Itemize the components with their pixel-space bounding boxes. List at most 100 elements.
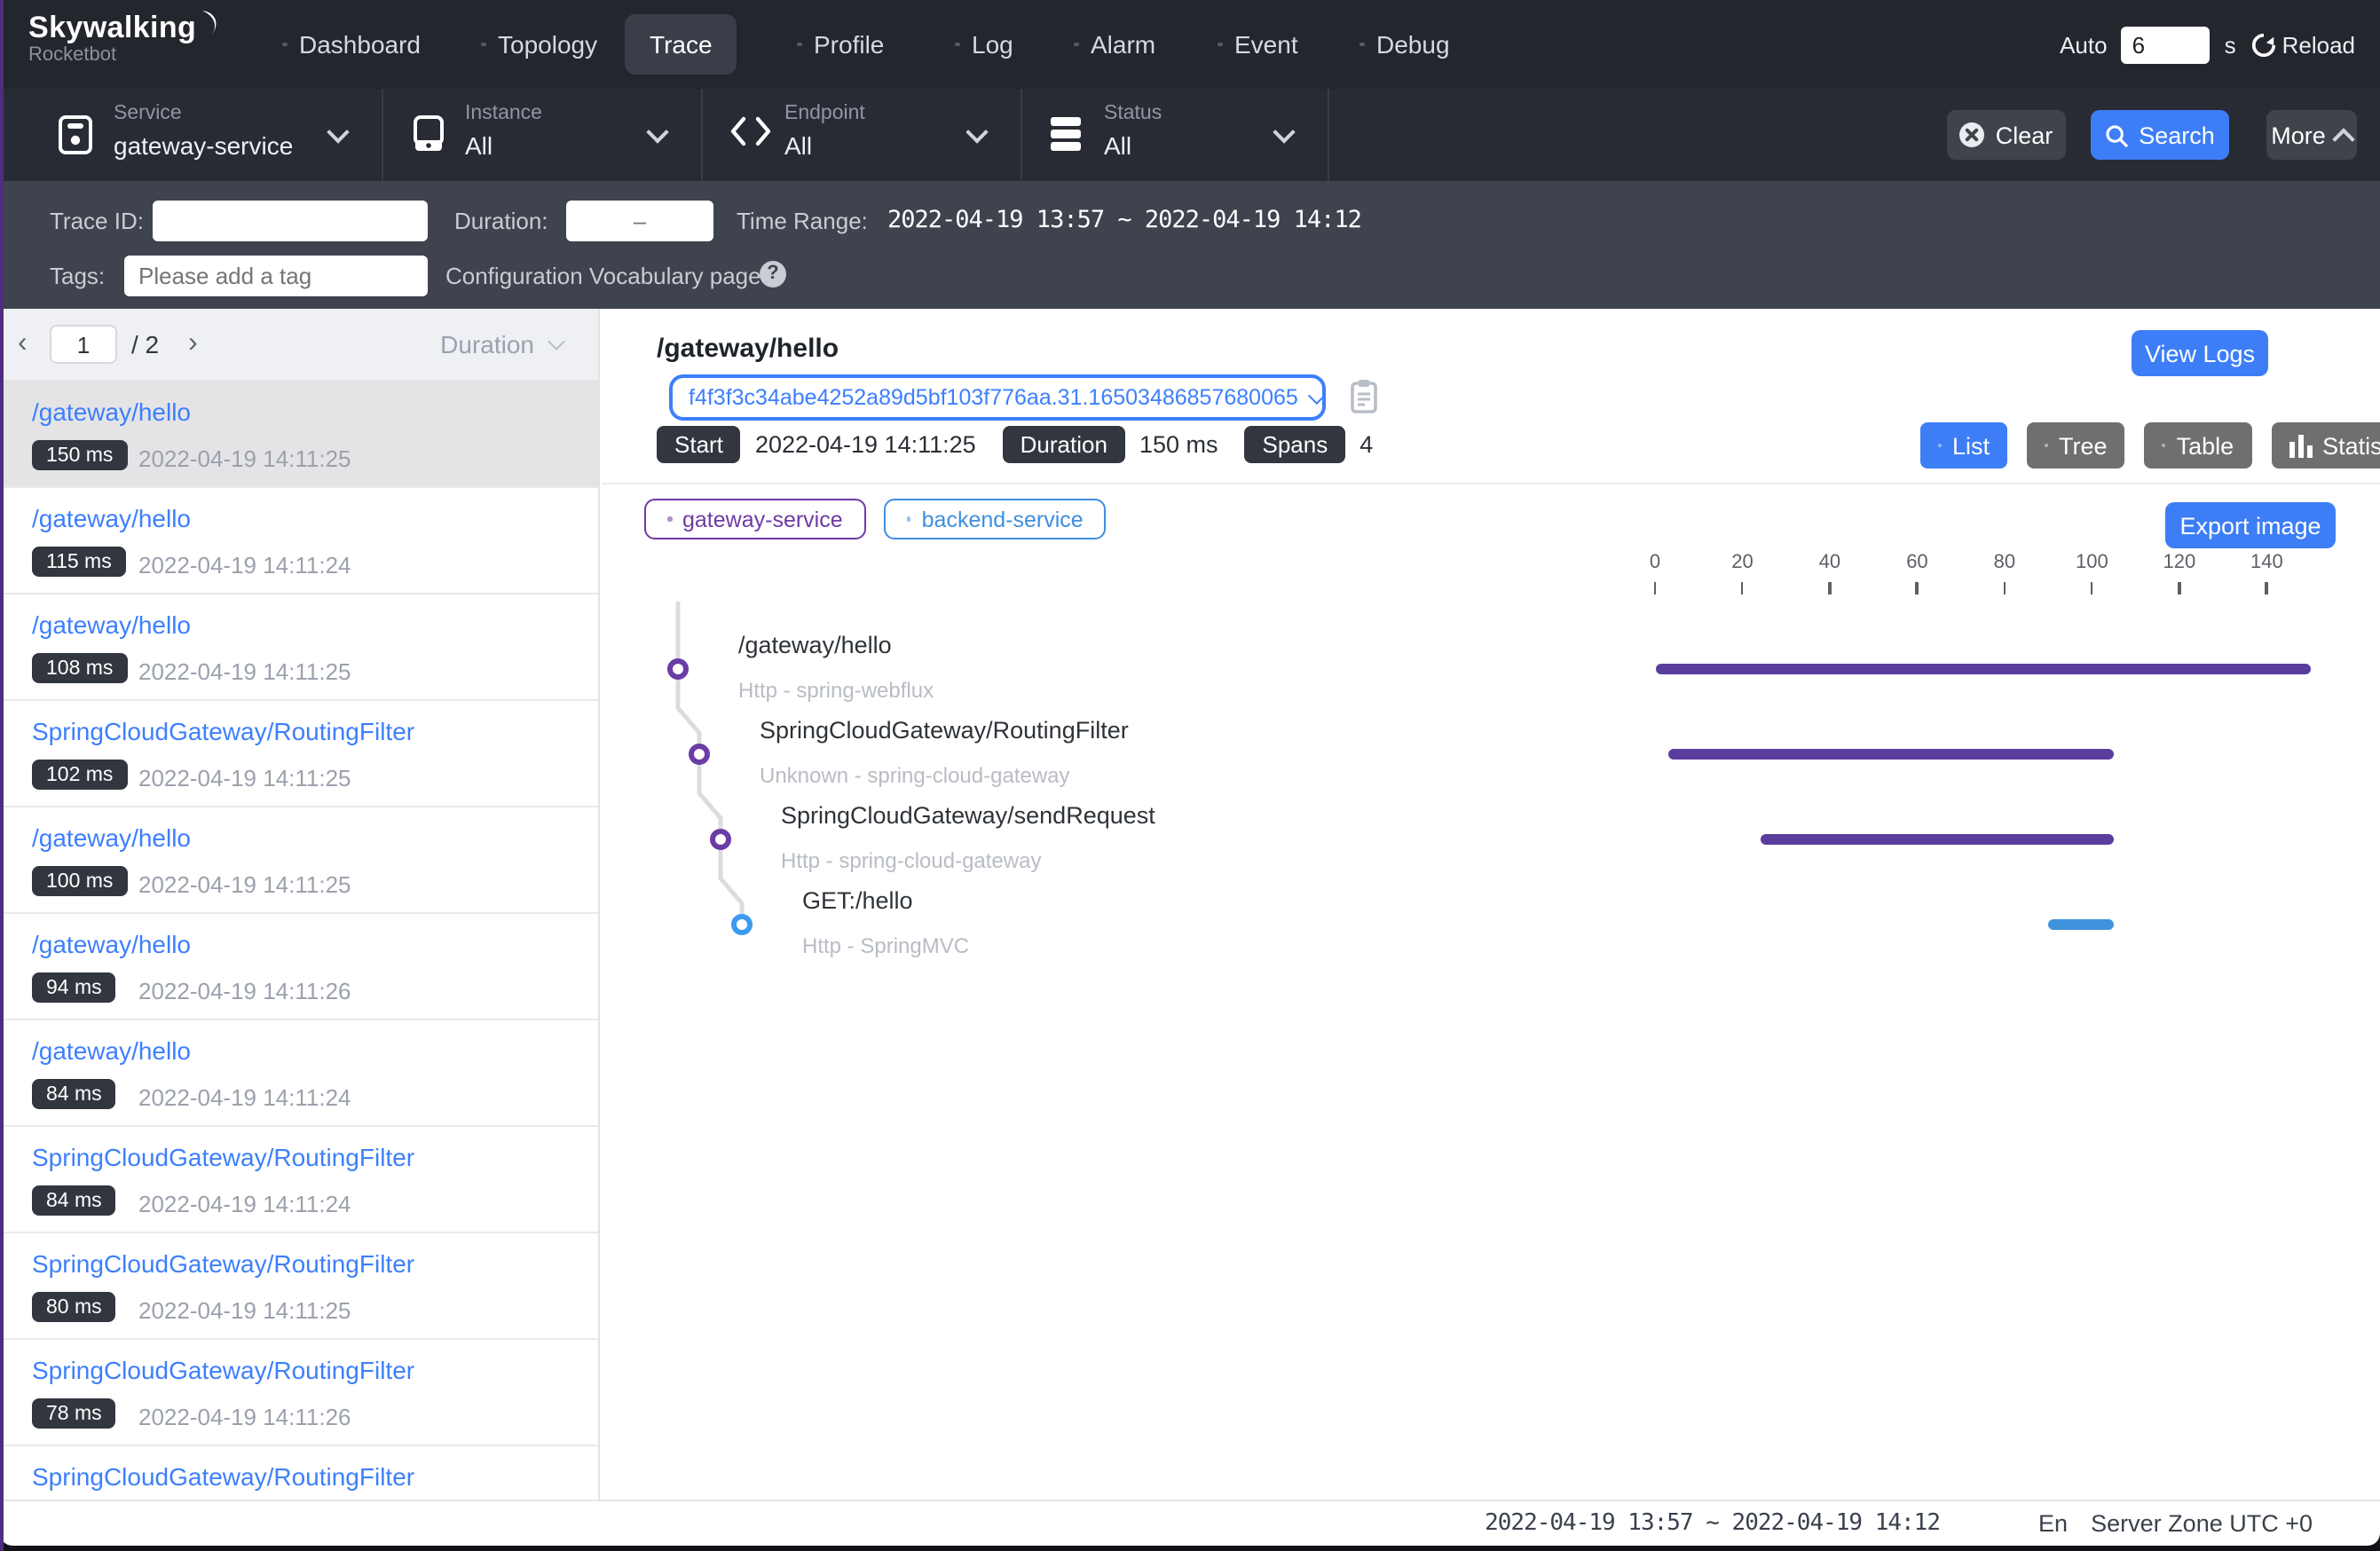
nav-item-dashboard[interactable]: Dashboard — [282, 0, 421, 89]
trace-endpoint-link[interactable]: /gateway/hello — [32, 504, 191, 532]
span-node-dot[interactable] — [666, 657, 688, 679]
sort-dropdown[interactable]: Duration — [440, 330, 563, 358]
reload-icon[interactable] — [2250, 31, 2277, 58]
trace-list-item[interactable]: /gateway/hello115 ms2022-04-19 14:11:24 — [0, 488, 598, 594]
service-tag-backend-service[interactable]: backend-service — [884, 499, 1107, 539]
duration-label: Duration: — [454, 208, 548, 234]
selector-value: All — [465, 131, 493, 160]
trace-id-select[interactable]: f4f3f3c34abe4252a89d5bf103f776aa.31.1650… — [669, 374, 1326, 421]
duration-badge: Duration — [1003, 426, 1125, 463]
trace-list-item[interactable]: /gateway/hello94 ms2022-04-19 14:11:26 — [0, 914, 598, 1020]
trace-list-sidebar: ‹ / 2 › Duration /gateway/hello150 ms202… — [0, 309, 600, 1551]
axis-tick-mark — [2003, 582, 2006, 594]
trace-list-item[interactable]: SpringCloudGateway/RoutingFilter102 ms20… — [0, 701, 598, 807]
nav-item-dot — [1218, 43, 1222, 47]
trace-endpoint-link[interactable]: SpringCloudGateway/RoutingFilter — [32, 717, 414, 745]
span-node-dot[interactable] — [730, 913, 752, 934]
tab-label: Table — [2177, 432, 2234, 459]
help-icon[interactable]: ? — [760, 261, 786, 287]
trace-timestamp: 2022-04-19 14:11:25 — [138, 1297, 351, 1324]
trace-endpoint-link[interactable]: /gateway/hello — [32, 610, 191, 639]
server-zone-selector[interactable]: Server Zone UTC +0 — [2091, 1510, 2313, 1537]
top-navbar: Skywalking Rocketbot Dashboard Topology Tr… — [0, 0, 2380, 89]
trace-duration-badge: 150 ms — [32, 440, 127, 470]
trace-list-item[interactable]: SpringCloudGateway/RoutingFilter78 ms202… — [0, 1340, 598, 1446]
start-value: 2022-04-19 14:11:25 — [755, 431, 976, 458]
more-label: More — [2271, 122, 2326, 148]
span-duration-bar[interactable] — [1655, 664, 2311, 674]
tab-dot — [2163, 444, 2166, 447]
selector-value: gateway-service — [114, 131, 293, 160]
prev-page-button[interactable]: ‹ — [18, 328, 28, 360]
trace-endpoint-link[interactable]: /gateway/hello — [32, 398, 191, 426]
export-image-button[interactable]: Export image — [2165, 502, 2336, 548]
nav-item-label: Topology — [498, 30, 597, 59]
selector-service[interactable]: Servicegateway-service — [0, 89, 383, 181]
axis-tick-label: 80 — [1969, 552, 2040, 573]
trace-endpoint-link[interactable]: /gateway/hello — [32, 823, 191, 852]
nav-item-dot — [797, 43, 801, 47]
next-page-button[interactable]: › — [188, 328, 198, 360]
trace-list-item[interactable]: /gateway/hello84 ms2022-04-19 14:11:24 — [0, 1020, 598, 1127]
nav-item-event[interactable]: Event — [1218, 0, 1298, 89]
trace-list-item[interactable]: SpringCloudGateway/RoutingFilter84 ms202… — [0, 1127, 598, 1233]
page-number-input[interactable] — [50, 325, 117, 364]
trace-list-item[interactable]: SpringCloudGateway/RoutingFilter80 ms202… — [0, 1233, 598, 1340]
footer-time-range[interactable]: 2022-04-19 13:57 ~ 2022-04-19 14:12 — [1485, 1510, 1940, 1537]
nav-item-label: Profile — [814, 30, 884, 59]
view-logs-button[interactable]: View Logs — [2132, 330, 2268, 376]
span-duration-bar[interactable] — [1760, 834, 2114, 845]
trace-timestamp: 2022-04-19 14:11:25 — [138, 445, 351, 472]
span-duration-bar[interactable] — [1668, 749, 2114, 760]
reload-button[interactable]: Reload — [2282, 31, 2355, 58]
nav-item-debug[interactable]: Debug — [1359, 0, 1450, 89]
trace-list-item[interactable]: /gateway/hello 150 ms 2022-04-19 14:11:25 — [0, 382, 598, 488]
trace-endpoint-link[interactable]: SpringCloudGateway/RoutingFilter — [32, 1462, 414, 1491]
axis-tick-mark — [1654, 582, 1657, 594]
trace-list-item[interactable]: /gateway/hello100 ms2022-04-19 14:11:25 — [0, 807, 598, 914]
time-range-value[interactable]: 2022-04-19 13:57 ~ 2022-04-19 14:12 — [887, 206, 1361, 234]
trace-endpoint-link[interactable]: /gateway/hello — [32, 930, 191, 958]
selector-endpoint[interactable]: EndpointAll — [701, 89, 1022, 181]
selector-status[interactable]: StatusAll — [1021, 89, 1329, 181]
copy-clipboard-icon[interactable] — [1349, 378, 1379, 413]
duration-input[interactable] — [566, 201, 713, 241]
span-node-dot[interactable] — [709, 828, 730, 849]
trace-duration-badge: 115 ms — [32, 547, 126, 577]
clear-button[interactable]: Clear — [1947, 110, 2066, 160]
tab-table[interactable]: Table — [2145, 422, 2252, 468]
trace-duration-badge: 100 ms — [32, 866, 127, 896]
sort-label: Duration — [440, 330, 534, 358]
skywalking-logo[interactable]: Skywalking Rocketbot — [28, 11, 219, 66]
tab-tree[interactable]: Tree — [2027, 422, 2125, 468]
search-button[interactable]: Search — [2091, 110, 2229, 160]
moon-swoosh-icon — [198, 11, 219, 35]
service-tag-gateway-service[interactable]: gateway-service — [644, 499, 866, 539]
trace-endpoint-link[interactable]: /gateway/hello — [32, 1036, 191, 1065]
trace-list-item[interactable]: /gateway/hello108 ms2022-04-19 14:11:25 — [0, 594, 598, 701]
trace-timestamp: 2022-04-19 14:11:25 — [138, 765, 351, 791]
selector-instance[interactable]: Instance All — [382, 89, 703, 181]
nav-item-alarm[interactable]: Alarm — [1074, 0, 1155, 89]
nav-item-trace[interactable]: Trace — [625, 14, 737, 75]
trace-endpoint-link[interactable]: SpringCloudGateway/RoutingFilter — [32, 1249, 414, 1278]
span-duration-bar[interactable] — [2048, 919, 2114, 930]
span-node-dot[interactable] — [688, 743, 709, 764]
nav-item-profile[interactable]: Profile — [797, 0, 884, 89]
trace-endpoint-link[interactable]: SpringCloudGateway/RoutingFilter — [32, 1356, 414, 1384]
tags-input[interactable] — [124, 256, 428, 296]
tab-statistics[interactable]: Statistics — [2271, 422, 2380, 468]
trace-id-input[interactable] — [153, 201, 428, 241]
more-button[interactable]: More — [2266, 110, 2357, 160]
tab-list[interactable]: List — [1920, 422, 2007, 468]
selector-label: Instance — [465, 103, 542, 124]
clear-icon — [1960, 122, 1985, 147]
span-name: SpringCloudGateway/RoutingFilter — [760, 717, 1129, 744]
language-selector[interactable]: En — [2038, 1510, 2068, 1537]
search-icon — [2105, 123, 2128, 146]
vocabulary-link[interactable]: Configuration Vocabulary page — [445, 263, 761, 289]
trace-endpoint-link[interactable]: SpringCloudGateway/RoutingFilter — [32, 1143, 414, 1171]
auto-interval-input[interactable] — [2122, 26, 2211, 63]
nav-item-topology[interactable]: Topology — [481, 0, 597, 89]
nav-item-log[interactable]: Log — [955, 0, 1013, 89]
